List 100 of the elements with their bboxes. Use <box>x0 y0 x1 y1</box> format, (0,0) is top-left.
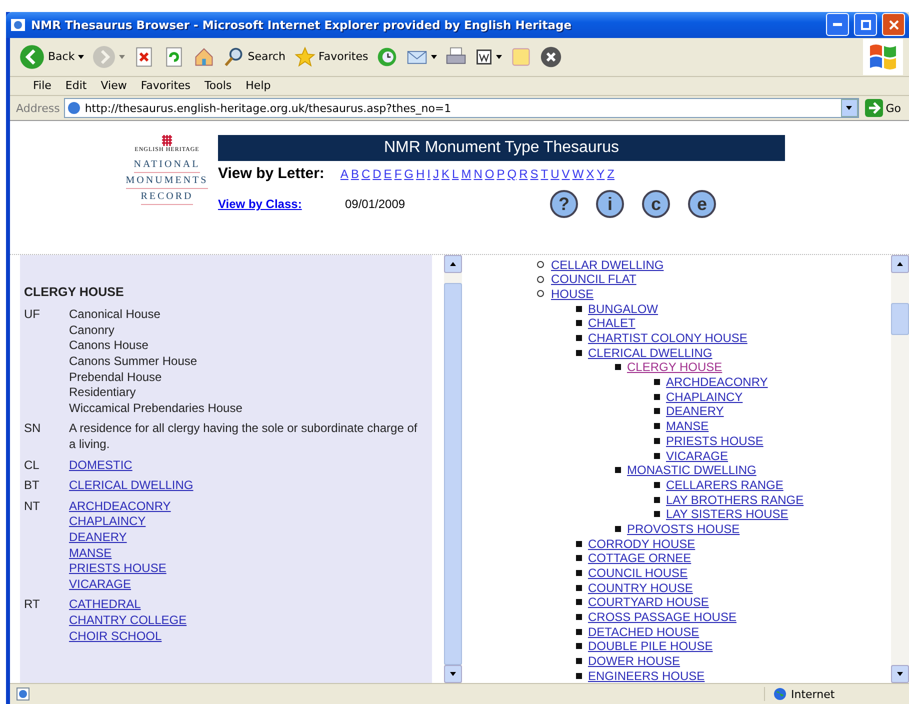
letter-link[interactable]: E <box>384 166 392 181</box>
scroll-down-button[interactable] <box>444 665 462 684</box>
letter-link[interactable]: S <box>530 166 538 181</box>
tree-link[interactable]: COUNCIL HOUSE <box>588 566 688 580</box>
tree-link[interactable]: COURTYARD HOUSE <box>588 595 709 610</box>
letter-link[interactable]: H <box>416 166 425 181</box>
letter-link[interactable]: D <box>372 166 382 181</box>
tree-link[interactable]: DOUBLE PILE HOUSE <box>588 639 713 654</box>
tree-link[interactable]: CORRODY HOUSE <box>588 536 696 551</box>
term-link[interactable]: DOMESTIC <box>69 458 132 474</box>
tree-link[interactable]: HOUSE <box>551 286 594 301</box>
tree-link[interactable]: MONASTIC DWELLING <box>627 463 756 478</box>
help-button[interactable]: ? <box>550 190 578 218</box>
term-text: Canonry <box>69 322 114 338</box>
close-button[interactable] <box>882 13 905 36</box>
letter-link[interactable]: Z <box>607 166 615 181</box>
term-link[interactable]: CHOIR SCHOOL <box>69 628 162 644</box>
menu-item[interactable]: Help <box>238 79 278 92</box>
tree-link[interactable]: PROVOSTS HOUSE <box>627 522 740 536</box>
back-button[interactable]: Back <box>16 42 87 72</box>
tree-link[interactable]: DETACHED HOUSE <box>588 624 700 639</box>
letter-link[interactable]: I <box>427 166 431 181</box>
letter-link[interactable]: O <box>484 166 494 181</box>
letter-link[interactable]: C <box>361 166 370 181</box>
bullet-icon <box>576 658 582 664</box>
term-link[interactable]: ARCHDEACONRY <box>69 498 171 514</box>
go-button[interactable]: Go <box>862 99 903 118</box>
term-link[interactable]: CLERICAL DWELLING <box>69 478 194 494</box>
tree-link[interactable]: MANSE <box>666 419 709 434</box>
letter-link[interactable]: Q <box>507 166 517 181</box>
tree-link[interactable]: CHALET <box>588 316 636 330</box>
letter-link[interactable]: Y <box>596 166 605 181</box>
window-title: NMR Thesaurus Browser - Microsoft Internet Explorer provided by English Heritage <box>31 18 573 32</box>
letter-link[interactable]: P <box>496 166 505 181</box>
menu-item[interactable]: View <box>94 79 134 92</box>
letter-link[interactable]: N <box>474 166 482 181</box>
term-link[interactable]: VICARAGE <box>69 576 132 592</box>
address-field[interactable]: http://thesaurus.english-heritage.org.uk/thesaurus.asp?thes_no=1 <box>64 98 859 118</box>
favorites-button[interactable]: Favorites <box>290 44 372 70</box>
term-code: NT <box>24 498 41 515</box>
tree-link[interactable]: LAY SISTERS HOUSE <box>666 507 788 522</box>
tree-link[interactable]: CELLAR DWELLING <box>551 258 664 272</box>
letter-link[interactable]: U <box>550 166 560 181</box>
tree-link[interactable]: CELLARERS RANGE <box>666 478 784 492</box>
help-button[interactable]: e <box>688 190 716 218</box>
letter-link[interactable]: L <box>452 166 459 181</box>
scroll-up-button[interactable] <box>444 255 462 274</box>
minimize-button[interactable] <box>826 13 849 36</box>
tree-link[interactable]: DEANERY <box>666 404 724 418</box>
tree-link[interactable]: CLERICAL DWELLING <box>588 346 712 360</box>
tree-link[interactable]: DOWER HOUSE <box>588 654 680 668</box>
tree-link[interactable]: ENGINEERS HOUSE <box>588 668 705 683</box>
menu-item[interactable]: Tools <box>198 79 239 92</box>
menu-item[interactable]: File <box>26 79 58 92</box>
tree-link[interactable]: VICARAGE <box>666 448 728 462</box>
letter-link[interactable]: J <box>433 166 440 181</box>
letter-link[interactable]: K <box>442 166 450 181</box>
bullet-icon <box>654 496 660 503</box>
dropdown-button[interactable] <box>840 99 858 118</box>
help-button[interactable]: i <box>596 190 624 218</box>
letter-link[interactable]: A <box>340 166 348 181</box>
tree-link[interactable]: CHARTIST COLONY HOUSE <box>588 331 748 345</box>
tree-link[interactable]: BUNGALOW <box>588 302 658 316</box>
tree-link[interactable]: ARCHDEACONRY <box>666 375 768 390</box>
scrollbar-thumb[interactable] <box>891 303 909 336</box>
scroll-up-button[interactable] <box>891 255 909 274</box>
letter-link[interactable]: R <box>519 166 528 181</box>
letter-link[interactable]: T <box>540 166 548 181</box>
address-label: Address <box>16 102 60 115</box>
letter-link[interactable]: M <box>461 166 472 181</box>
tree-link[interactable]: PRIESTS HOUSE <box>666 434 764 448</box>
letter-link[interactable]: W <box>572 166 584 181</box>
letter-link[interactable]: X <box>586 166 594 181</box>
class-link[interactable]: View by Class: <box>218 197 345 212</box>
term-link[interactable]: DEANERY <box>69 530 127 546</box>
menu-item[interactable]: Favorites <box>134 79 198 92</box>
tree-link[interactable]: COTTAGE ORNEE <box>588 551 692 566</box>
menu-item[interactable]: Edit <box>58 79 94 92</box>
tree-link[interactable]: CLERGY HOUSE <box>627 360 722 374</box>
letter-link[interactable]: B <box>350 166 359 181</box>
scrollbar-thumb[interactable] <box>444 283 462 666</box>
term-link[interactable]: MANSE <box>69 546 112 562</box>
term-link[interactable]: CHAPLAINCY <box>69 514 146 530</box>
term-link[interactable]: CATHEDRAL <box>69 597 141 613</box>
term-link[interactable]: PRIESTS HOUSE <box>69 561 166 577</box>
tree-link[interactable]: COUNCIL FLAT <box>551 272 636 286</box>
term-link[interactable]: CHANTRY COLLEGE <box>69 612 187 628</box>
tree-link[interactable]: COUNTRY HOUSE <box>588 580 693 595</box>
term-code: SN <box>24 421 42 438</box>
letter-link[interactable]: V <box>562 166 570 181</box>
letter-link[interactable]: G <box>404 166 414 181</box>
letter-link[interactable]: F <box>394 166 402 181</box>
scroll-down-button[interactable] <box>891 665 909 684</box>
tree-link[interactable]: CHAPLAINCY <box>666 390 743 404</box>
tree-link[interactable]: LAY BROTHERS RANGE <box>666 492 804 507</box>
maximize-button[interactable] <box>854 13 877 36</box>
tree-link[interactable]: CROSS PASSAGE HOUSE <box>588 610 736 624</box>
help-button[interactable]: c <box>642 190 670 218</box>
search-button[interactable]: Search <box>220 44 289 70</box>
term-code: CL <box>24 458 40 474</box>
